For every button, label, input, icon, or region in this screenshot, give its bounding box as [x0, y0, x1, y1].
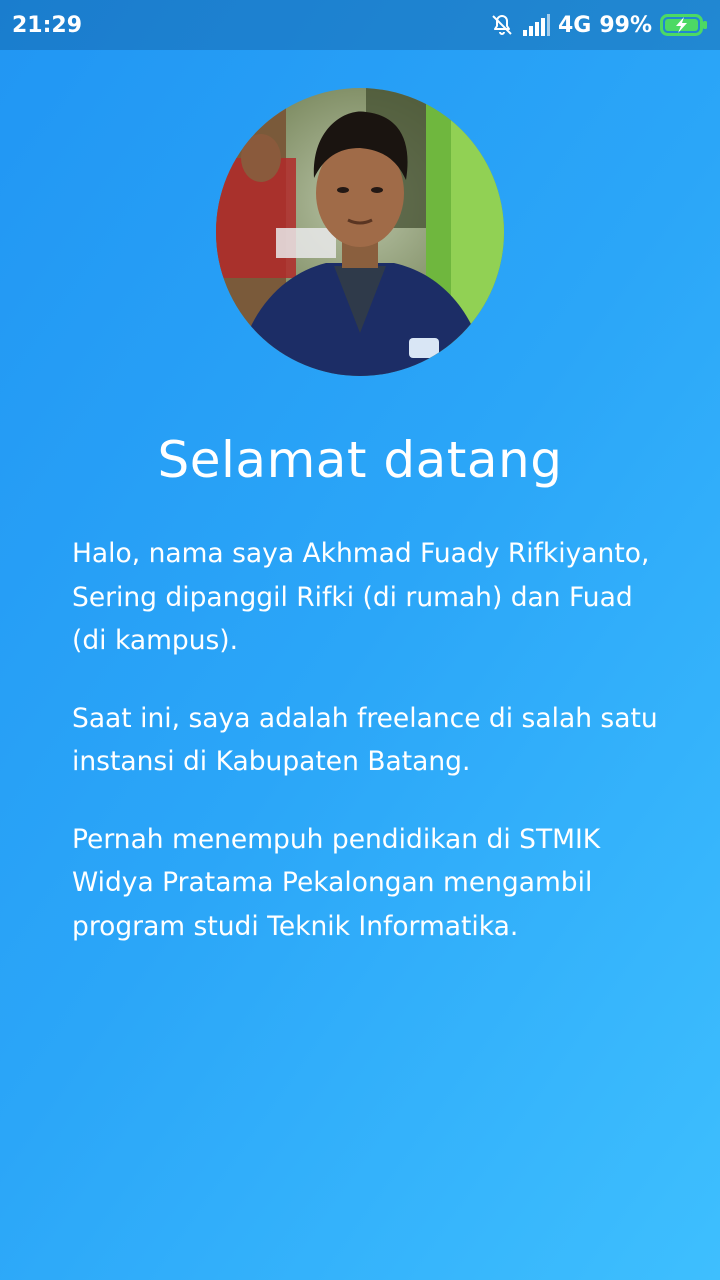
battery-charging-icon — [660, 13, 708, 37]
status-bar: 21:29 4G 99% — [0, 0, 720, 50]
welcome-title: Selamat datang — [157, 431, 563, 489]
status-icons: 4G 99% — [490, 13, 708, 38]
education-paragraph: Pernah menempuh pendidikan di STMIK Widy… — [72, 823, 601, 942]
profile-avatar — [216, 88, 504, 376]
status-time: 21:29 — [12, 12, 83, 38]
signal-bars-icon — [522, 14, 550, 36]
battery-percent: 99% — [599, 12, 652, 38]
intro-paragraph: Halo, nama saya Akhmad Fuady Rifkiyanto,… — [72, 538, 650, 656]
job-paragraph: Saat ini, saya adalah freelance di salah… — [72, 702, 658, 778]
bell-off-icon — [490, 13, 514, 37]
profile-description: Halo, nama saya Akhmad Fuady Rifkiyanto,… — [72, 532, 672, 982]
network-type: 4G — [557, 12, 592, 38]
